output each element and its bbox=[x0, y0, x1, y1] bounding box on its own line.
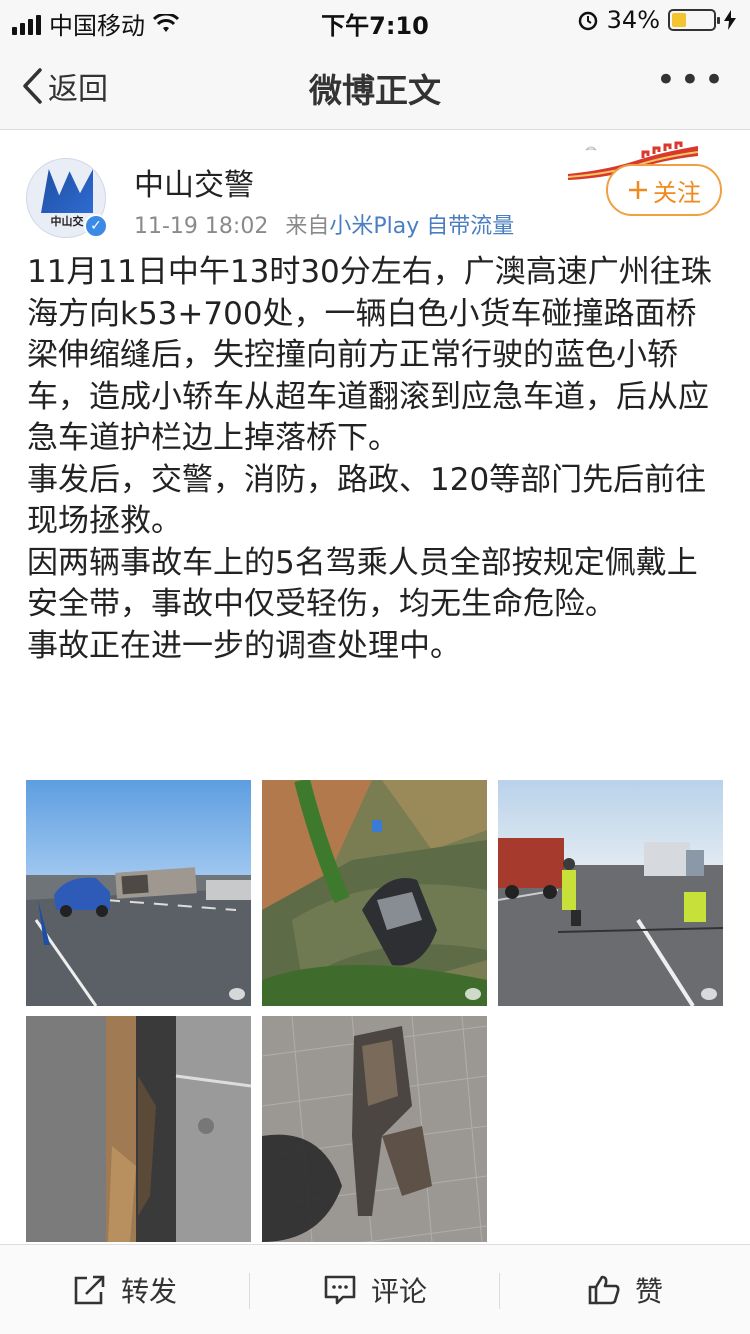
share-icon bbox=[74, 1275, 105, 1304]
thumbs-up-icon bbox=[588, 1275, 620, 1304]
verified-badge-icon: ✓ bbox=[84, 214, 108, 238]
post-paragraph: 因两辆事故车上的5名驾乘人员全部按规定佩戴上安全带，事故中仅受轻伤，均无生命危险… bbox=[27, 544, 698, 623]
like-label: 赞 bbox=[634, 1274, 663, 1308]
nav-bar: 返回 微博正文 ••• bbox=[0, 40, 750, 130]
post-image-3[interactable] bbox=[498, 780, 723, 1006]
comment-button[interactable]: 评论 bbox=[250, 1245, 500, 1334]
post-paragraph: 11月11日中午13时30分左右，广澳高速广州往珠海方向k53+700处，一辆白… bbox=[27, 254, 712, 456]
post-image-5[interactable] bbox=[262, 1016, 487, 1242]
post-time: 11-19 18:02 bbox=[134, 214, 269, 239]
source-prefix: 来自 bbox=[285, 214, 330, 239]
traffic-police-logo-icon bbox=[41, 169, 93, 213]
post-paragraph: 事发后，交警，消防，路政、120等部门先后前往现场拯救。 bbox=[27, 461, 707, 540]
post-image-4[interactable] bbox=[26, 1016, 251, 1242]
post-content: 11月11日中午13时30分左右，广澳高速广州往珠海方向k53+700处，一辆白… bbox=[27, 252, 727, 667]
charging-icon bbox=[724, 10, 736, 30]
battery-percent: 34% bbox=[606, 6, 660, 34]
more-options-button[interactable]: ••• bbox=[656, 60, 728, 100]
page-title: 微博正文 bbox=[309, 71, 441, 110]
post-image-2[interactable] bbox=[262, 780, 487, 1006]
post-image-1[interactable] bbox=[26, 780, 251, 1006]
follow-button[interactable]: 关注 bbox=[606, 164, 722, 216]
post-paragraph: 事故正在进一步的调查处理中。 bbox=[27, 627, 461, 664]
post-meta: 11-19 18:02 来自小米Play 自带流量 bbox=[134, 208, 514, 240]
comment-icon bbox=[324, 1275, 356, 1304]
repost-button[interactable]: 转发 bbox=[0, 1245, 250, 1334]
follow-label: 关注 bbox=[653, 178, 701, 207]
watermark-icon bbox=[229, 988, 245, 1000]
author-name[interactable]: 中山交警 bbox=[134, 160, 254, 204]
like-button[interactable]: 赞 bbox=[500, 1245, 750, 1334]
alarm-icon bbox=[578, 11, 597, 31]
action-bar: 转发 评论 赞 bbox=[0, 1244, 750, 1334]
watermark-icon bbox=[701, 988, 717, 1000]
post-source[interactable]: 小米Play 自带流量 bbox=[329, 214, 514, 239]
battery-icon bbox=[668, 9, 720, 31]
repost-label: 转发 bbox=[120, 1274, 177, 1308]
watermark-icon bbox=[465, 988, 481, 1000]
plus-icon bbox=[629, 181, 647, 199]
status-bar: 中国移动 下午7:10 34% bbox=[0, 0, 750, 40]
comment-label: 评论 bbox=[370, 1274, 427, 1308]
